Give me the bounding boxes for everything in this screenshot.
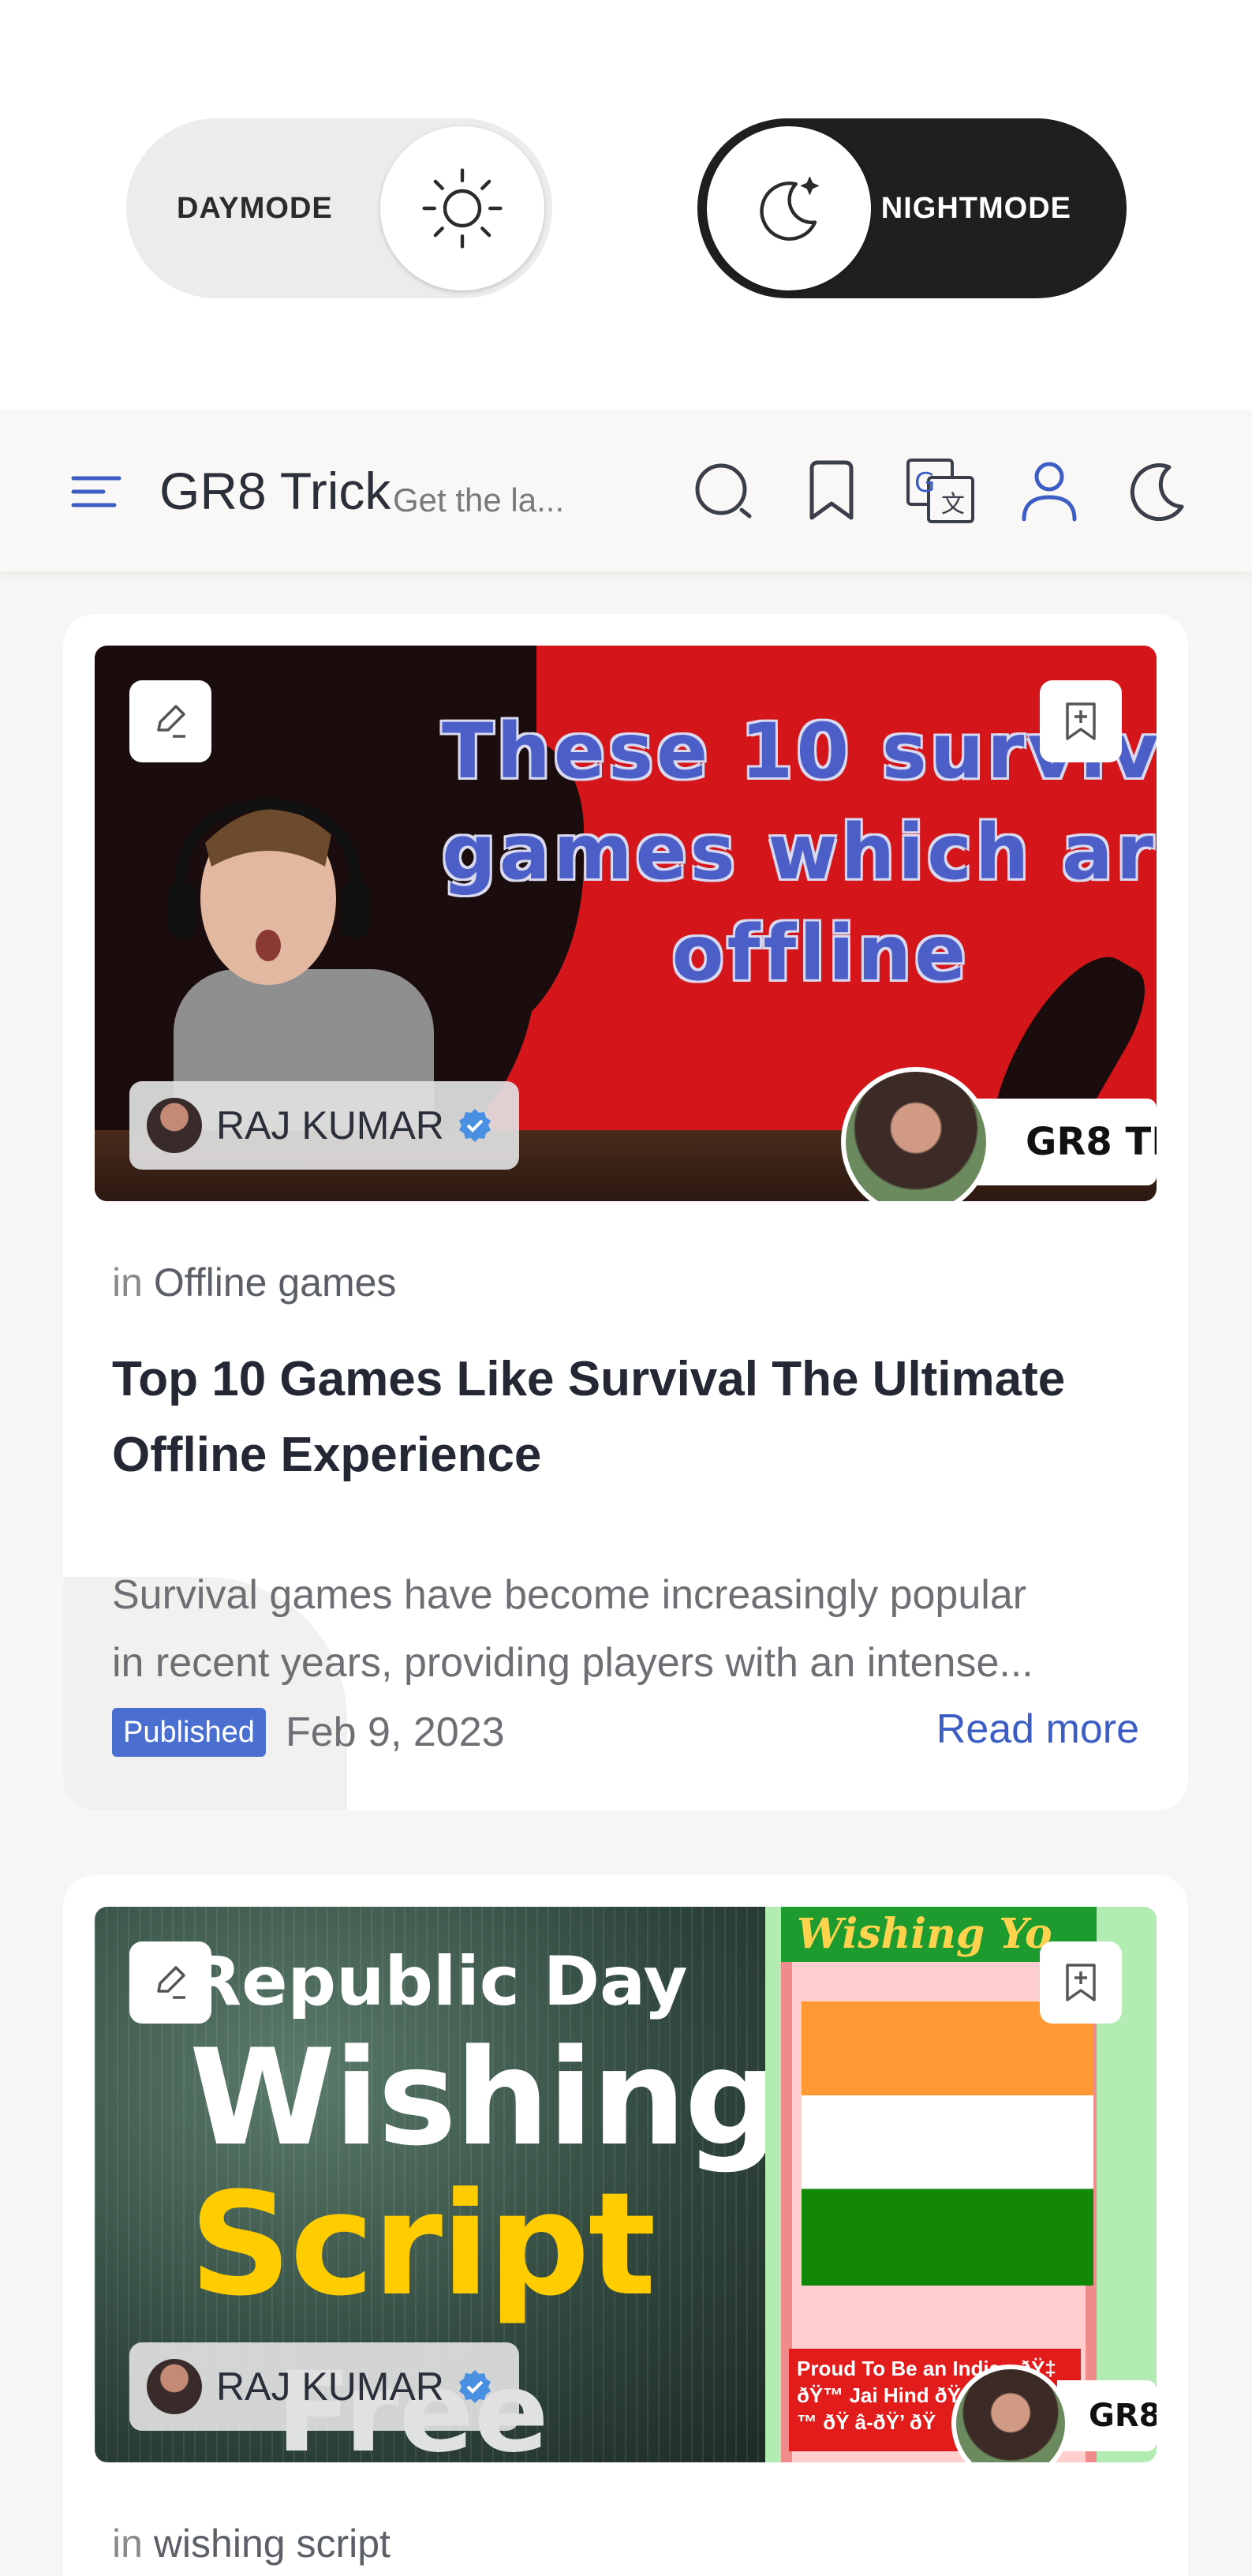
edit-icon[interactable] (129, 680, 211, 762)
category-prefix: in (112, 2522, 143, 2566)
thumbnail-headline-line: offline (671, 909, 970, 998)
sun-icon (380, 126, 544, 290)
site-header: GR8 Trick Get the la... G 文 (0, 412, 1252, 573)
post-category-line: in Offline games (112, 1260, 396, 1305)
thumbnail-headline: Republic Day Wishing Script (189, 1938, 779, 2327)
excerpt-line: in recent years, providing players with … (112, 1640, 1033, 1686)
avatar (147, 1098, 202, 1153)
site-tagline: Get the la... (393, 481, 565, 519)
post-category-line: in wishing script (112, 2521, 391, 2567)
post-card[interactable]: These 10 survival games which are offlin… (63, 614, 1188, 1810)
read-more-link[interactable]: Read more (936, 1705, 1139, 1754)
category-link[interactable]: wishing script (154, 2522, 391, 2566)
moon-stars-icon (707, 126, 871, 290)
thumbnail-headline-line: Script (189, 2162, 656, 2327)
nightmode-label: NIGHTMODE (880, 191, 1071, 225)
brand-text: GR8 T (1089, 2398, 1157, 2434)
brand-plate: GR8 T (1057, 2380, 1157, 2451)
author-name: RAJ KUMAR (216, 2364, 444, 2409)
brand-text: GR8 TRIC (1026, 1120, 1157, 1164)
excerpt-line: Survival games have become increasingly … (112, 1572, 1027, 1618)
author-chip[interactable]: RAJ KUMAR (129, 2342, 519, 2431)
avatar (147, 2359, 202, 2414)
search-icon[interactable] (683, 451, 762, 530)
post-title[interactable]: Top 10 Games Like Survival The Ultimate … (112, 1342, 1153, 1493)
thumbnail-headline-line: Wishing (189, 2020, 779, 2175)
edit-icon[interactable] (129, 1941, 211, 2024)
svg-text:G: G (914, 467, 935, 499)
bookmark-icon[interactable] (792, 451, 871, 530)
post-excerpt: Survival games have become increasingly … (112, 1561, 1138, 1697)
site-title[interactable]: GR8 Trick (159, 451, 391, 530)
verified-badge-icon (458, 2370, 491, 2403)
mode-toggle-area: DAYMODE NIGHTMODE (0, 0, 1252, 410)
translate-icon[interactable]: G 文 (901, 451, 980, 530)
svg-text:文: 文 (941, 491, 965, 519)
thumbnail-headline-line: Republic Day (189, 1942, 688, 2021)
post-thumbnail[interactable]: These 10 survival games which are offlin… (95, 646, 1157, 1201)
daymode-label: DAYMODE (177, 191, 333, 225)
post-card[interactable]: Republic Day Wishing Script Free Wishing… (63, 1875, 1188, 2576)
post-date: Feb 9, 2023 (286, 1709, 505, 1755)
category-link[interactable]: Offline games (154, 1260, 397, 1305)
thumbnail-headline-line: games which are (442, 808, 1157, 897)
category-prefix: in (112, 1260, 143, 1305)
daymode-toggle[interactable]: DAYMODE (126, 118, 552, 298)
verified-badge-icon (458, 1109, 491, 1142)
moon-icon[interactable] (1117, 451, 1196, 530)
user-icon[interactable] (1010, 451, 1089, 530)
status-badge: Published (112, 1708, 266, 1757)
menu-icon[interactable] (65, 456, 128, 527)
nightmode-toggle[interactable]: NIGHTMODE (697, 118, 1127, 298)
author-name: RAJ KUMAR (216, 1103, 444, 1148)
author-chip[interactable]: RAJ KUMAR (129, 1081, 519, 1170)
bookmark-add-icon[interactable] (1040, 680, 1122, 762)
bookmark-add-icon[interactable] (1040, 1941, 1122, 2024)
post-thumbnail[interactable]: Republic Day Wishing Script Free Wishing… (95, 1907, 1157, 2462)
